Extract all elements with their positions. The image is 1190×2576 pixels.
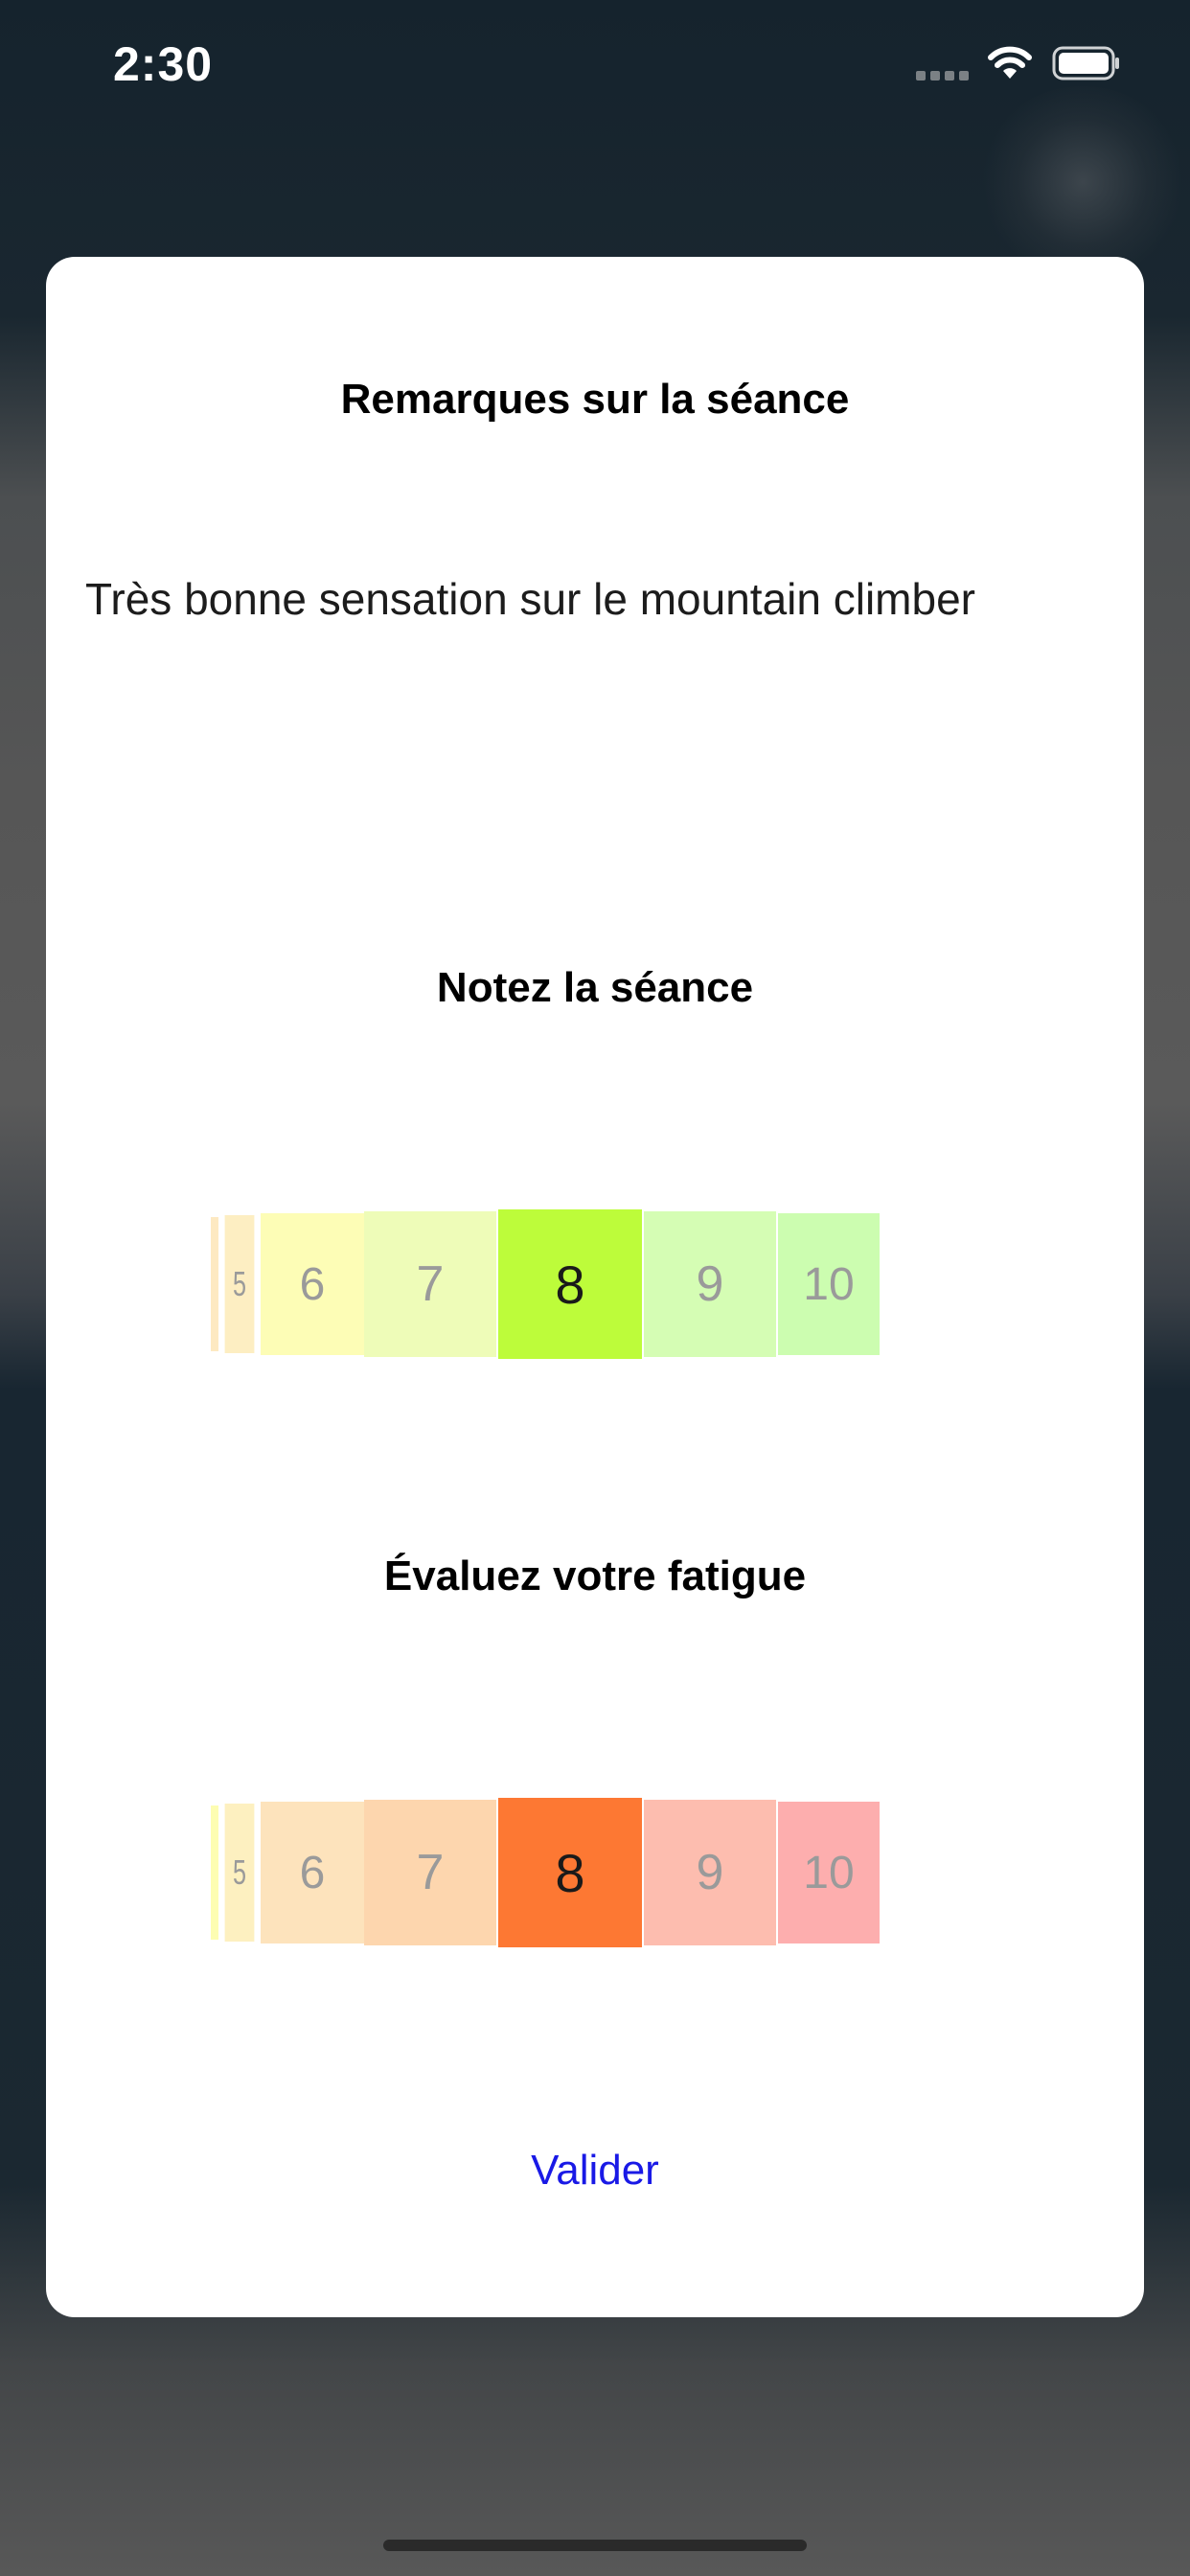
status-time: 2:30 bbox=[113, 37, 214, 91]
remarks-title: Remarques sur la séance bbox=[340, 376, 850, 423]
rate-option-9[interactable]: 9 bbox=[644, 1211, 776, 1357]
fatigue-title: Évaluez votre fatigue bbox=[383, 1552, 807, 1599]
status-bar: 2:30 bbox=[0, 0, 1190, 134]
session-rating-picker[interactable]: 5 6 7 8 9 10 bbox=[211, 1209, 906, 1359]
validate-button[interactable]: Valider bbox=[451, 2137, 739, 2204]
cellular-dots-icon bbox=[916, 71, 972, 82]
session-feedback-modal: Remarques sur la séance Très bonne sensa… bbox=[46, 257, 1144, 2317]
rate-option-5[interactable]: 5 bbox=[224, 1215, 255, 1353]
home-indicator bbox=[383, 2540, 807, 2551]
fatigue-option-5[interactable]: 5 bbox=[224, 1804, 255, 1942]
rate-option-7[interactable]: 7 bbox=[364, 1211, 496, 1357]
rate-option-10[interactable]: 10 bbox=[778, 1213, 880, 1355]
rate-title: Notez la séance bbox=[436, 964, 754, 1011]
fatigue-option-10[interactable]: 10 bbox=[778, 1802, 880, 1944]
rate-option-4[interactable] bbox=[211, 1217, 218, 1351]
remarks-text-field[interactable]: Très bonne sensation sur le mountain cli… bbox=[85, 573, 1110, 625]
fatigue-option-9[interactable]: 9 bbox=[644, 1800, 776, 1945]
wifi-icon bbox=[988, 46, 1032, 79]
fatigue-option-7[interactable]: 7 bbox=[364, 1800, 496, 1945]
fatigue-option-6[interactable]: 6 bbox=[261, 1802, 364, 1944]
fatigue-option-4[interactable] bbox=[211, 1806, 218, 1940]
fatigue-option-8[interactable]: 8 bbox=[498, 1798, 642, 1947]
rate-option-6[interactable]: 6 bbox=[261, 1213, 364, 1355]
battery-full-icon bbox=[1052, 46, 1119, 80]
rate-option-8[interactable]: 8 bbox=[498, 1209, 642, 1359]
fatigue-rating-picker[interactable]: 5 6 7 8 9 10 bbox=[211, 1798, 906, 1947]
